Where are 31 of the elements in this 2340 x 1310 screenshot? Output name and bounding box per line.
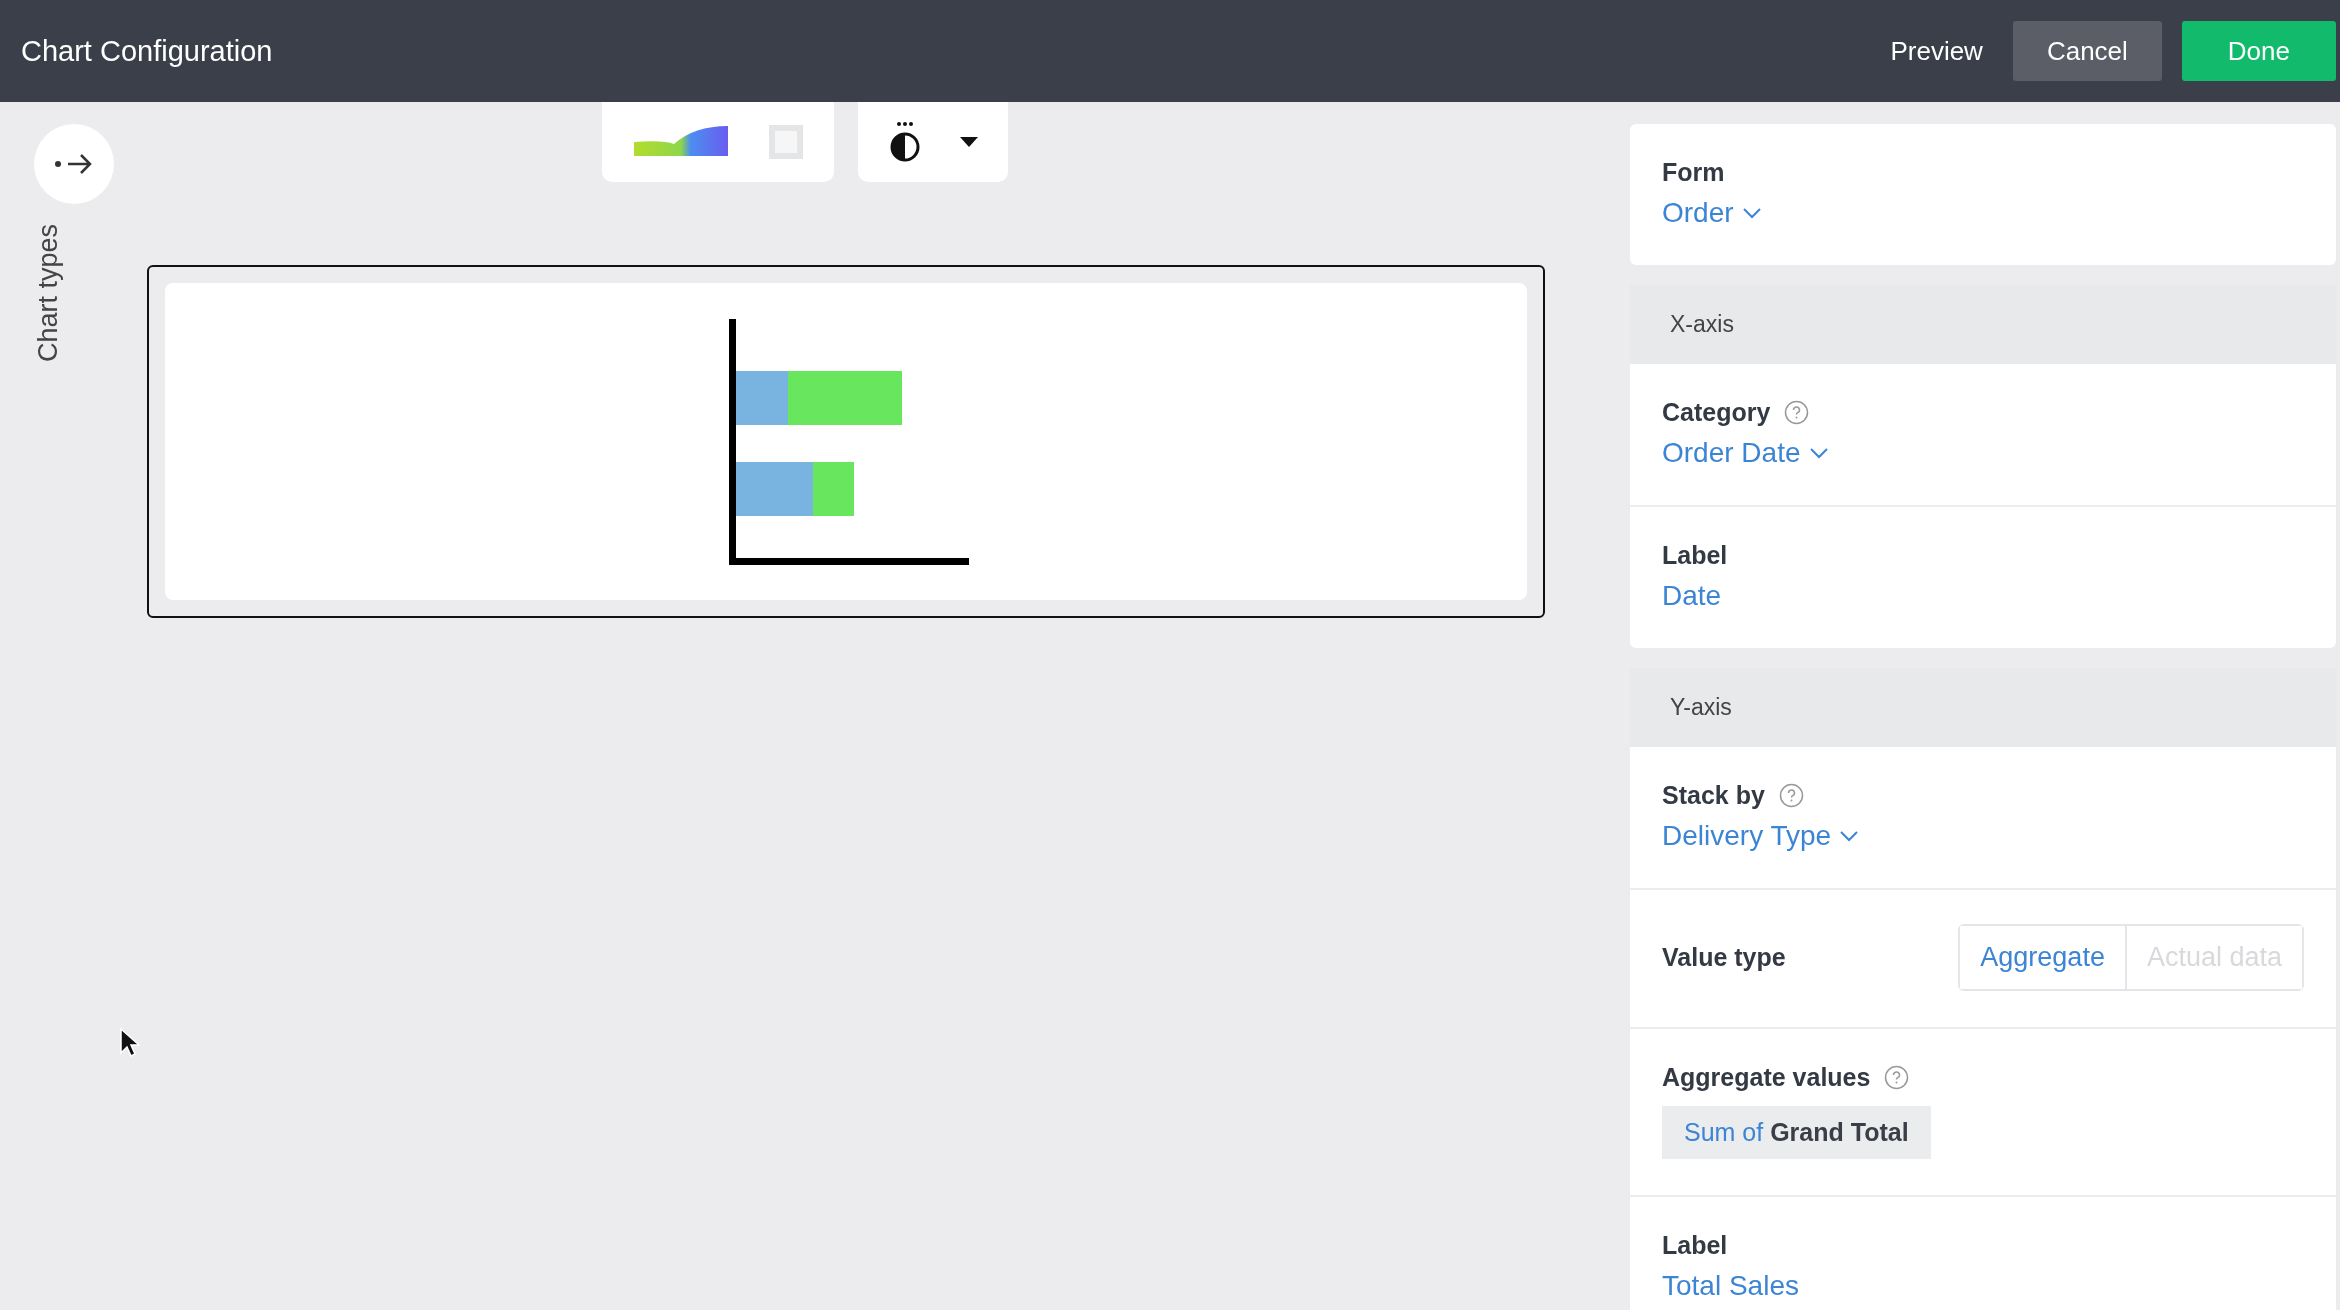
chevron-down-icon[interactable] [1839, 830, 1860, 842]
field-value[interactable]: Date [1662, 580, 1722, 612]
cancel-button[interactable]: Cancel [2012, 21, 2162, 81]
field-label: Label [1662, 1231, 1728, 1260]
help-icon[interactable] [1784, 400, 1810, 425]
window-title: Chart Configuration [21, 34, 273, 68]
field-dropdown[interactable]: Order Date [1662, 437, 1829, 469]
chevron-down-icon[interactable] [1741, 207, 1762, 219]
field-value[interactable]: Total Sales [1662, 1270, 1799, 1302]
done-button[interactable]: Done [2181, 21, 2336, 81]
section-header: X-axis [1630, 285, 2336, 364]
field-label: Aggregate values [1662, 1063, 1871, 1092]
help-icon[interactable] [1884, 1065, 1910, 1090]
field-label: Category [1662, 398, 1771, 427]
field-dropdown[interactable]: Order [1662, 197, 1762, 229]
preview-button[interactable]: Preview [1880, 21, 1993, 81]
field-label: Form [1662, 158, 1725, 187]
caret-icon[interactable] [960, 137, 978, 147]
field-label: Value type [1662, 943, 1786, 972]
chevron-down-icon[interactable] [1808, 447, 1829, 459]
mouse-cursor-icon [120, 1028, 140, 1058]
color-palette-icon[interactable] [632, 126, 730, 158]
theme-icon[interactable] [888, 121, 922, 163]
chart-types-label[interactable]: Chart types [33, 224, 64, 363]
field-label: Stack by [1662, 781, 1765, 810]
arrow-right-icon[interactable] [53, 152, 94, 176]
aggregate-chip[interactable]: Sum of Grand Total [1662, 1106, 1931, 1159]
field-label: Label [1662, 541, 1728, 570]
field-dropdown[interactable]: Delivery Type [1662, 820, 1860, 852]
section-header: Y-axis [1630, 668, 2336, 747]
help-icon[interactable] [1778, 783, 1804, 808]
